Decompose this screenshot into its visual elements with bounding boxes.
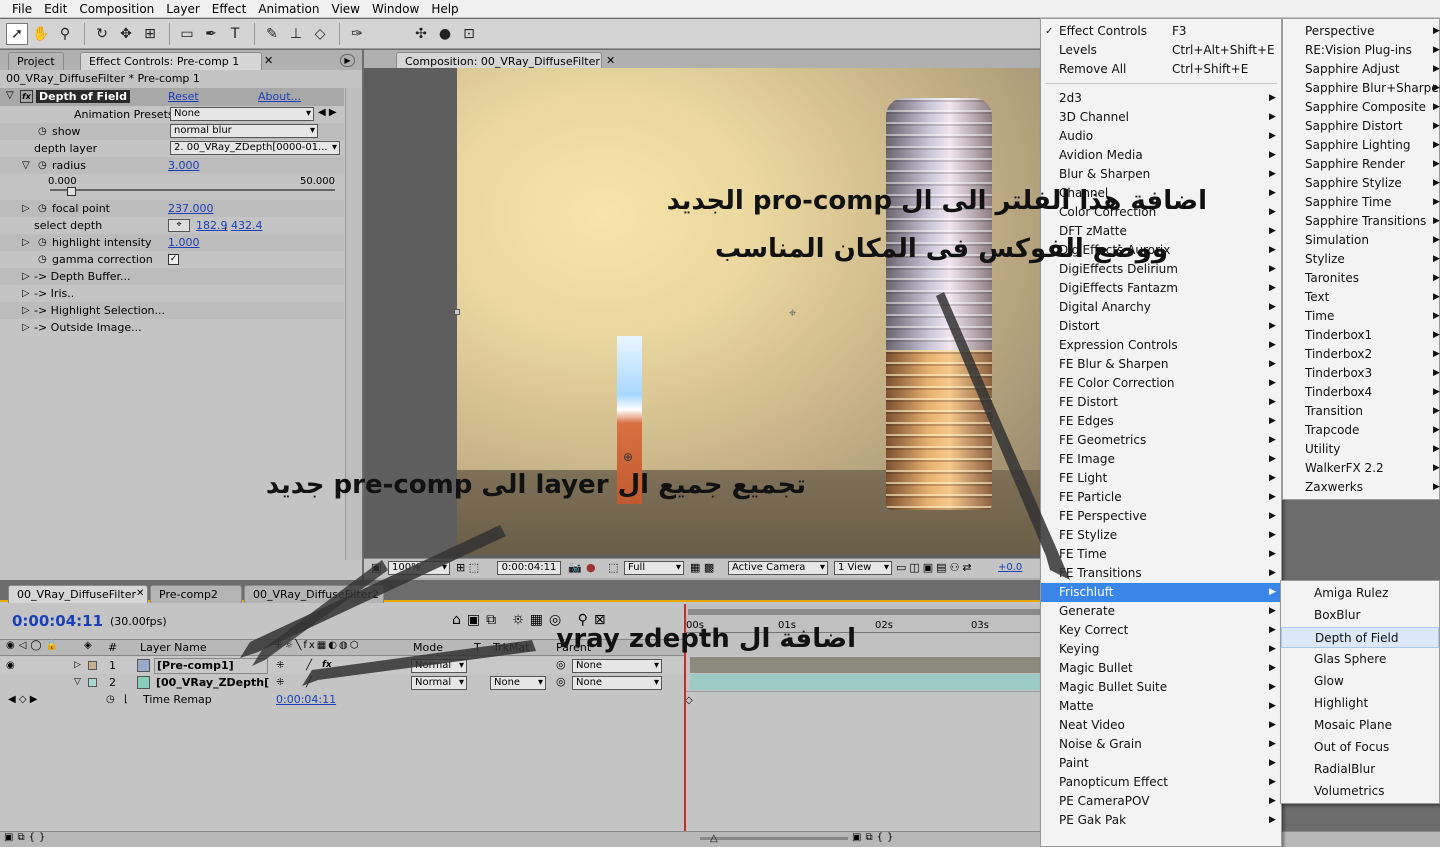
annotation-arrows — [240, 292, 1070, 686]
arrow-to-frischluft — [936, 292, 1070, 580]
arrow-to-layer-2 — [302, 640, 536, 686]
annotation-focus: ووضع الفوكس فى المكان المناسب — [714, 234, 1168, 264]
annotation-add-filter: اضافة هذا الفلتر الى ال pro-comp الجديد — [666, 186, 1207, 216]
arrow-to-layer-1b — [252, 560, 388, 666]
annotation-add-zdepth: اضافة ال vray zdepth — [556, 624, 856, 654]
annotation-group-layers: تجميع جميع ال layer الى pre-comp جديد — [265, 470, 806, 500]
